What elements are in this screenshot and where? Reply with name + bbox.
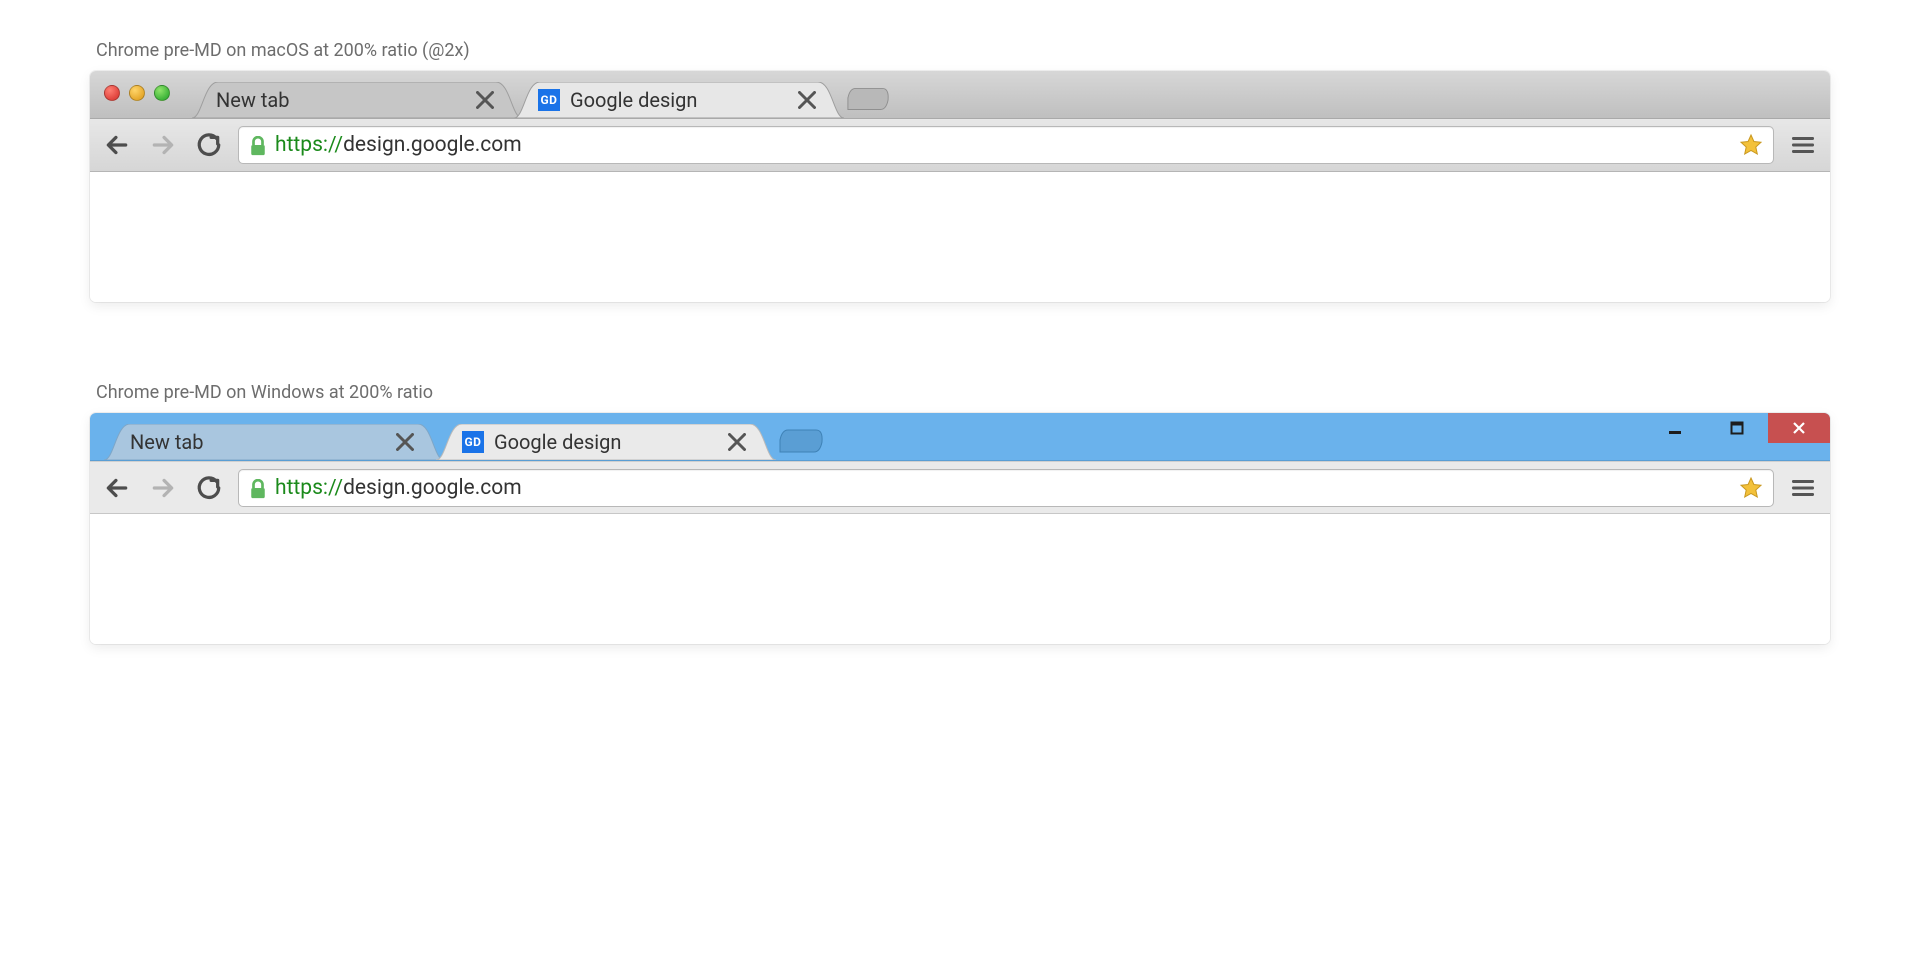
tab-inactive[interactable]: New tab (104, 424, 444, 460)
new-tab-button[interactable] (846, 84, 890, 112)
tab-close-button[interactable] (476, 91, 494, 109)
close-window-button[interactable] (104, 85, 120, 101)
window-controls (104, 85, 170, 101)
tab-close-button[interactable] (798, 91, 816, 109)
tab-title: New tab (216, 88, 476, 112)
tab-title: Google design (494, 430, 728, 454)
toolbar: https://design.google.com (90, 119, 1830, 172)
bookmark-star-icon[interactable] (1739, 133, 1763, 157)
url-scheme: https:// (275, 476, 343, 500)
tabstrip: New tab GD Google desi (192, 82, 890, 118)
back-button[interactable] (100, 128, 134, 162)
url-scheme: https:// (275, 133, 343, 157)
close-window-button[interactable] (1768, 413, 1830, 443)
url-host: design.google.com (343, 133, 522, 157)
tab-title: New tab (130, 430, 396, 454)
toolbar: https://design.google.com (90, 461, 1830, 514)
reload-button[interactable] (192, 471, 226, 505)
window-controls (1644, 413, 1830, 443)
titlebar: New tab GD Google design (90, 413, 1830, 461)
favicon-icon: GD (462, 431, 484, 453)
forward-button[interactable] (146, 128, 180, 162)
lock-icon (249, 479, 267, 497)
browser-window-windows: New tab GD Google design (90, 413, 1830, 644)
tab-inactive[interactable]: New tab (192, 82, 522, 118)
tab-active[interactable]: GD Google design (514, 82, 844, 118)
caption-macos: Chrome pre-MD on macOS at 200% ratio (@2… (96, 40, 1830, 61)
new-tab-button[interactable] (778, 426, 824, 454)
omnibox[interactable]: https://design.google.com (238, 126, 1774, 164)
content-area (90, 514, 1830, 644)
menu-button[interactable] (1786, 128, 1820, 162)
minimize-window-button[interactable] (129, 85, 145, 101)
omnibox[interactable]: https://design.google.com (238, 469, 1774, 507)
minimize-window-button[interactable] (1644, 413, 1706, 443)
tab-close-button[interactable] (396, 433, 414, 451)
forward-button[interactable] (146, 471, 180, 505)
tabstrip: New tab GD Google design (104, 424, 824, 460)
tab-close-button[interactable] (728, 433, 746, 451)
zoom-window-button[interactable] (154, 85, 170, 101)
back-button[interactable] (100, 471, 134, 505)
bookmark-star-icon[interactable] (1739, 476, 1763, 500)
maximize-window-button[interactable] (1706, 413, 1768, 443)
caption-windows: Chrome pre-MD on Windows at 200% ratio (96, 382, 1830, 403)
titlebar: New tab GD Google desi (90, 71, 1830, 119)
lock-icon (249, 136, 267, 154)
reload-button[interactable] (192, 128, 226, 162)
menu-button[interactable] (1786, 471, 1820, 505)
favicon-icon: GD (538, 89, 560, 111)
tab-active[interactable]: GD Google design (436, 424, 776, 460)
tab-title: Google design (570, 88, 798, 112)
content-area (90, 172, 1830, 302)
url-host: design.google.com (343, 476, 522, 500)
browser-window-macos: New tab GD Google desi (90, 71, 1830, 302)
